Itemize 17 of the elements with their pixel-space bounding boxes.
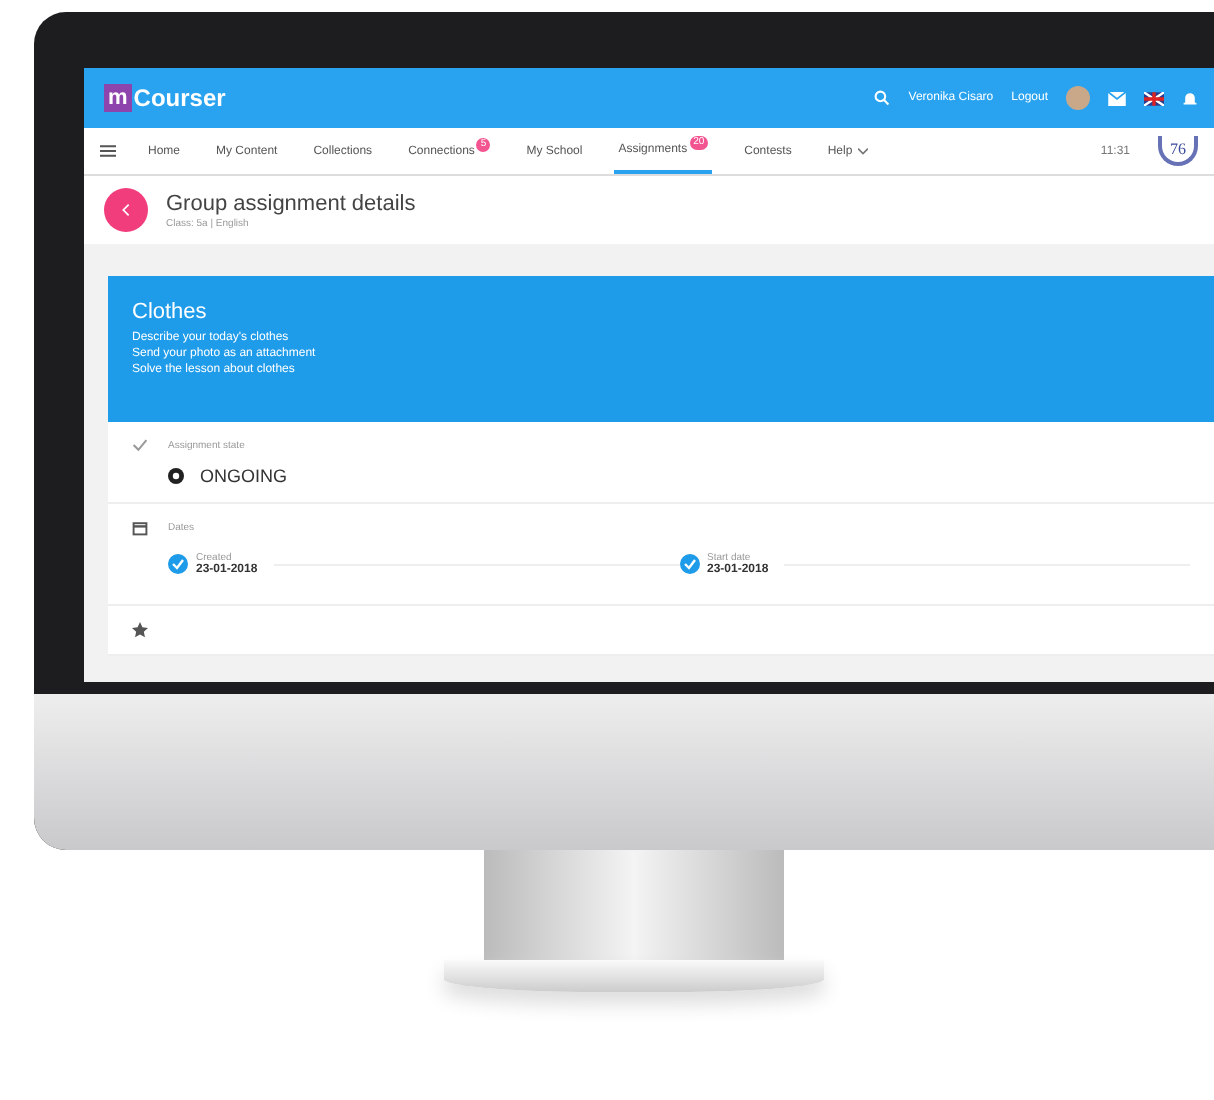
logo-mark: m <box>104 84 132 112</box>
card-title: Clothes <box>132 300 209 324</box>
back-chevron-icon <box>122 204 130 216</box>
calendar-icon <box>132 520 148 536</box>
status-text: ONGOING <box>200 466 288 486</box>
status-icon <box>168 468 184 484</box>
level-badge: 76 <box>1158 136 1198 166</box>
flag-icon[interactable] <box>1144 91 1164 105</box>
check-icon <box>132 438 148 452</box>
search-icon[interactable] <box>874 90 891 106</box>
logo-text: Courser <box>133 84 226 112</box>
star-icon <box>132 622 148 638</box>
page-title: Group assignment details <box>166 191 416 215</box>
menu-icon[interactable] <box>100 144 116 158</box>
mail-icon[interactable] <box>1108 91 1126 105</box>
bell-icon[interactable] <box>1182 90 1198 106</box>
back-button[interactable] <box>104 188 148 232</box>
